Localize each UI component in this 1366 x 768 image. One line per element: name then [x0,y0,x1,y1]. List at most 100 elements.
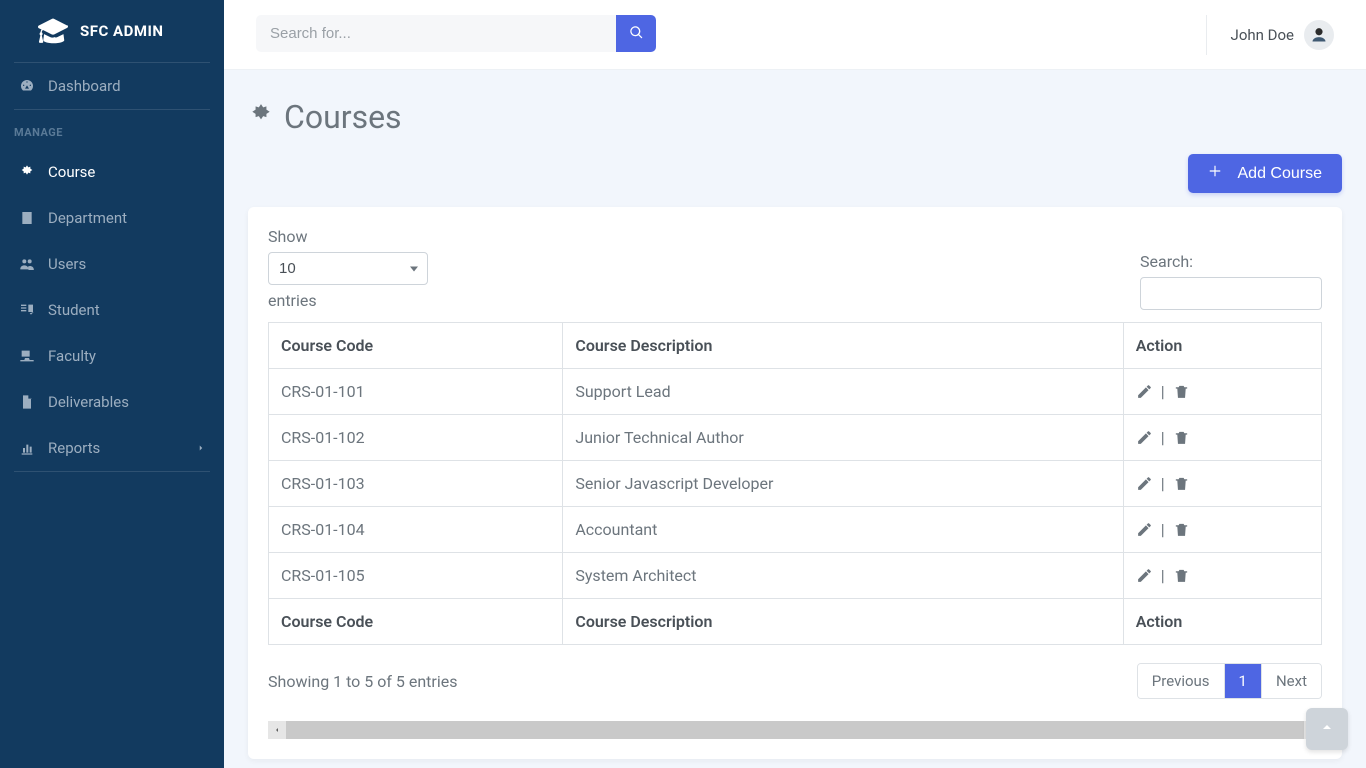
certificate-icon [18,163,36,181]
trash-icon[interactable] [1173,567,1190,584]
action-separator: | [1161,474,1165,493]
chevron-right-icon [196,439,206,457]
cell-desc: Support Lead [563,369,1123,415]
trash-icon[interactable] [1173,429,1190,446]
table-footer: Showing 1 to 5 of 5 entries Previous 1 N… [268,663,1322,699]
trash-icon[interactable] [1173,383,1190,400]
search-button[interactable] [616,15,656,52]
action-separator: | [1161,520,1165,539]
table-row: CRS-01-104Accountant | [269,507,1322,553]
footer-col-action: Action [1123,599,1321,645]
cell-actions: | [1123,415,1321,461]
chevron-up-icon [1319,719,1335,739]
certificate-icon [248,98,284,136]
entries-label: entries [268,291,428,310]
edit-icon[interactable] [1136,429,1153,446]
avatar [1304,20,1334,50]
student-icon [18,301,36,319]
cell-code: CRS-01-102 [269,415,563,461]
add-course-label: Add Course [1238,165,1323,183]
entries-select[interactable]: 10 [268,252,428,285]
sidebar: SFC ADMIN Dashboard MANAGE Course [0,0,224,768]
courses-card: Show 10 entries Search: [248,207,1342,759]
footer-col-desc: Course Description [563,599,1123,645]
faculty-icon [18,347,36,365]
page-title: Courses [248,98,1342,136]
sidebar-item-label: Users [48,255,86,273]
sidebar-item-deliverables[interactable]: Deliverables [0,379,224,425]
user-name: John Doe [1231,26,1294,44]
cell-desc: Senior Javascript Developer [563,461,1123,507]
table-controls: Show 10 entries Search: [268,227,1322,310]
sidebar-item-student[interactable]: Student [0,287,224,333]
edit-icon[interactable] [1136,475,1153,492]
topbar: John Doe [224,0,1366,70]
dashboard-icon [18,77,36,95]
cell-actions: | [1123,507,1321,553]
sidebar-item-department[interactable]: Department [0,195,224,241]
cell-code: CRS-01-105 [269,553,563,599]
chart-icon [18,439,36,457]
table-row: CRS-01-102Junior Technical Author| [269,415,1322,461]
edit-icon[interactable] [1136,383,1153,400]
sidebar-item-faculty[interactable]: Faculty [0,333,224,379]
table-search-input[interactable] [1140,277,1322,310]
brand[interactable]: SFC ADMIN [14,0,210,63]
sidebar-item-label: Student [48,301,100,319]
cell-desc: System Architect [563,553,1123,599]
cell-desc: Accountant [563,507,1123,553]
building-icon [18,209,36,227]
cell-code: CRS-01-104 [269,507,563,553]
col-action[interactable]: Action [1123,323,1321,369]
edit-icon[interactable] [1136,567,1153,584]
col-course-code[interactable]: Course Code [269,323,563,369]
table-row: CRS-01-101Support Lead | [269,369,1322,415]
page-prev[interactable]: Previous [1138,664,1225,698]
cell-actions: | [1123,369,1321,415]
sidebar-item-label: Faculty [48,347,96,365]
sidebar-item-dashboard[interactable]: Dashboard [0,63,224,109]
file-icon [18,393,36,411]
search-input[interactable] [256,15,616,52]
page-next[interactable]: Next [1262,664,1321,698]
action-separator: | [1161,382,1165,401]
plus-icon [1208,164,1238,183]
add-course-button[interactable]: Add Course [1188,154,1343,193]
scroll-top-button[interactable] [1306,708,1348,750]
action-separator: | [1161,566,1165,585]
sidebar-item-label: Department [48,209,127,227]
edit-icon[interactable] [1136,521,1153,538]
sidebar-item-course[interactable]: Course [0,149,224,195]
nav-section-manage: MANAGE [0,110,224,149]
sidebar-item-label: Dashboard [48,77,121,95]
col-course-desc[interactable]: Course Description [563,323,1123,369]
horizontal-scrollbar[interactable] [268,721,1322,739]
content: Courses Add Course Show 10 [224,70,1366,768]
footer-col-code: Course Code [269,599,563,645]
brand-text: SFC ADMIN [80,22,163,40]
sidebar-item-label: Reports [48,439,100,457]
trash-icon[interactable] [1173,475,1190,492]
grad-cap-icon [38,14,80,48]
cell-code: CRS-01-101 [269,369,563,415]
search-icon [629,25,644,43]
nav-divider [14,471,210,472]
scroll-left-icon[interactable] [268,721,286,739]
table-row: CRS-01-105System Architect | [269,553,1322,599]
users-icon [18,255,36,273]
sidebar-item-users[interactable]: Users [0,241,224,287]
page-title-text: Courses [284,98,402,136]
pagination: Previous 1 Next [1137,663,1322,699]
table-info: Showing 1 to 5 of 5 entries [268,672,457,691]
topbar-search [256,15,656,52]
sidebar-item-reports[interactable]: Reports [0,425,224,471]
page-1[interactable]: 1 [1225,664,1262,698]
actions-row: Add Course [248,154,1342,193]
courses-table: Course Code Course Description Action CR… [268,322,1322,645]
cell-actions: | [1123,553,1321,599]
cell-actions: | [1123,461,1321,507]
sidebar-item-label: Course [48,163,95,181]
action-separator: | [1161,428,1165,447]
user-menu[interactable]: John Doe [1206,15,1334,55]
trash-icon[interactable] [1173,521,1190,538]
